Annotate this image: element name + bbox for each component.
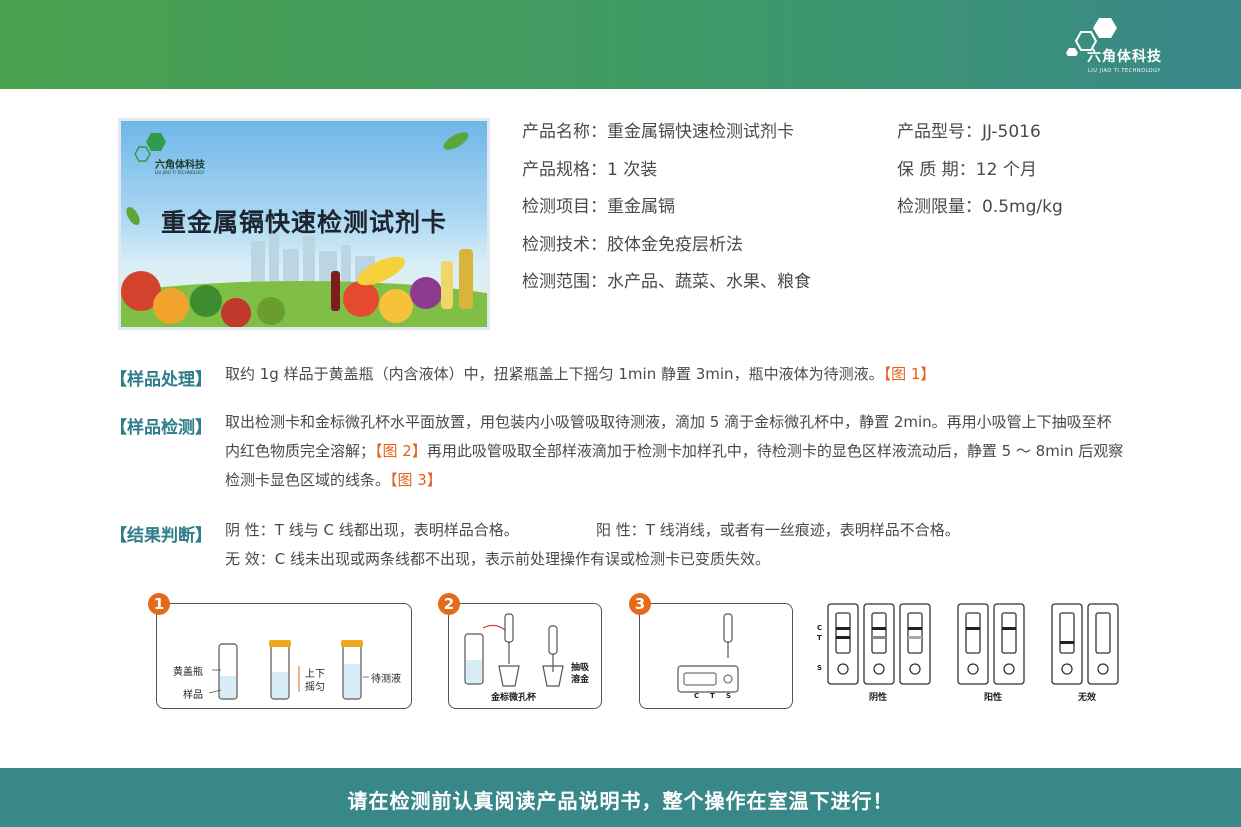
shake-label-2: 摇匀 bbox=[305, 682, 325, 693]
info-product-model: 产品型号：JJ-5016 bbox=[897, 122, 1041, 142]
diagram-step-2: 金标微孔杯 抽吸 溶金 bbox=[448, 603, 602, 709]
brand-subtitle: LIU JIAO TI TECHNOLOGY bbox=[1088, 68, 1161, 74]
step-1-badge: 1 bbox=[148, 593, 170, 615]
diagram-step-3: C T S bbox=[639, 603, 793, 709]
negative-result-label: 阴性 bbox=[869, 693, 888, 703]
image-logo-name: 六角体科技 bbox=[155, 160, 205, 171]
line-label-c: C bbox=[817, 624, 823, 632]
figure-3-ref: 【图 3】 bbox=[390, 471, 442, 489]
header-banner: 六角体科技 LIU JIAO TI TECHNOLOGY bbox=[0, 0, 1241, 89]
result-invalid: 无 效：C 线未出现或两条线都不出现，表示前处理操作有误或检测卡已变质失效。 bbox=[225, 550, 771, 568]
sample-detection-text: 取出检测卡和金标微孔杯水平面放置，用包装内小吸管吸取待测液，滴加 5 滴于金标微… bbox=[225, 408, 1125, 495]
sample-label: 样品 bbox=[183, 690, 203, 701]
figure-2-ref: 【图 2】 bbox=[375, 442, 427, 460]
line-label-t: T bbox=[817, 634, 822, 642]
info-test-scope: 检测范围：水产品、蔬菜、水果、粮食 bbox=[522, 272, 811, 292]
info-product-spec: 产品规格：1 次装 bbox=[522, 160, 658, 180]
result-cards-illustration bbox=[827, 603, 1119, 685]
footer-banner: 请在检测前认真阅读产品说明书，整个操作在室温下进行！ bbox=[0, 768, 1241, 827]
info-product-name: 产品名称：重金属镉快速检测试剂卡 bbox=[522, 122, 794, 142]
result-negative: 阴 性：T 线与 C 线都出现，表明样品合格。 bbox=[225, 521, 519, 539]
diagram-step-1: 黄盖瓶 样品 上下 摇匀 待测液 bbox=[156, 603, 412, 709]
sample-processing-text: 取约 1g 样品于黄盖瓶（内含液体）中，扭紧瓶盖上下摇匀 1min 静置 3mi… bbox=[225, 360, 1125, 389]
card-mark-t: T bbox=[710, 692, 715, 700]
brand-logo: 六角体科技 LIU JIAO TI TECHNOLOGY bbox=[1061, 16, 1179, 78]
sample-processing-label: 【样品处理】 bbox=[110, 370, 212, 390]
info-test-item: 检测项目：重金属镉 bbox=[522, 197, 675, 217]
step-2-badge: 2 bbox=[438, 593, 460, 615]
card-mark-s: S bbox=[726, 692, 732, 700]
result-positive: 阳 性：T 线消线，或者有一丝痕迹，表明样品不合格。 bbox=[596, 521, 960, 539]
bottle-label: 黄盖瓶 bbox=[173, 667, 203, 678]
brand-name: 六角体科技 bbox=[1087, 49, 1162, 65]
footer-notice: 请在检测前认真阅读产品说明书，整个操作在室温下进行！ bbox=[347, 789, 894, 813]
info-detection-limit: 检测限量：0.5mg/kg bbox=[897, 197, 1063, 217]
dissolve-label-2: 溶金 bbox=[571, 675, 590, 685]
image-logo-subtitle: LIU JIAO TI TECHNOLOGY bbox=[155, 170, 205, 175]
sample-processing-body: 取约 1g 样品于黄盖瓶（内含液体）中，扭紧瓶盖上下摇匀 1min 静置 3mi… bbox=[225, 365, 884, 383]
sample-detection-label: 【样品检测】 bbox=[110, 418, 212, 438]
figure-1-ref: 【图 1】 bbox=[883, 365, 936, 383]
result-label: 【结果判断】 bbox=[110, 526, 212, 546]
cup-label: 金标微孔杯 bbox=[491, 693, 537, 703]
card-mark-c: C bbox=[694, 692, 700, 700]
product-image: 六角体科技 LIU JIAO TI TECHNOLOGY 重金属镉快速检测试剂卡 bbox=[118, 118, 490, 330]
positive-result-label: 阳性 bbox=[984, 693, 1003, 703]
info-shelf-life: 保 质 期：12 个月 bbox=[897, 160, 1037, 180]
invalid-result-label: 无效 bbox=[1078, 693, 1097, 703]
line-label-s: S bbox=[817, 664, 823, 672]
step-3-badge: 3 bbox=[629, 593, 651, 615]
test-card-illustration bbox=[677, 613, 739, 693]
image-title: 重金属镉快速检测试剂卡 bbox=[160, 208, 447, 237]
info-test-technique: 检测技术：胶体金免疫层析法 bbox=[522, 235, 743, 255]
liquid-label: 待测液 bbox=[371, 674, 401, 685]
